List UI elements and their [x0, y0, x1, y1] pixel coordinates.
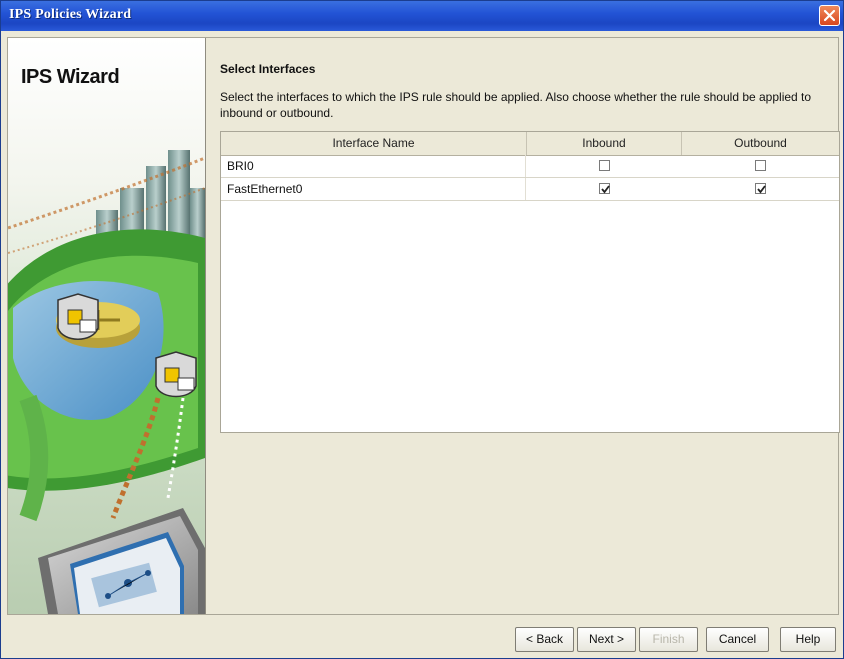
- checkmark-icon: [757, 185, 766, 194]
- outbound-checkbox[interactable]: [755, 183, 766, 194]
- column-header-inbound[interactable]: Inbound: [527, 132, 682, 155]
- column-header-interface-name[interactable]: Interface Name: [221, 132, 527, 155]
- interface-name-cell: FastEthernet0: [221, 178, 526, 200]
- help-button[interactable]: Help: [780, 627, 836, 652]
- wizard-content: IPS Wizard Select Interfaces Select the …: [7, 37, 840, 615]
- wizard-side-panel: IPS Wizard: [8, 38, 206, 614]
- wizard-main-area: Select Interfaces Select the interfaces …: [213, 38, 840, 614]
- table-row[interactable]: BRI0: [221, 155, 839, 178]
- window-title: IPS Policies Wizard: [9, 7, 132, 22]
- table-row[interactable]: FastEthernet0: [221, 178, 839, 201]
- interfaces-table: Interface Name Inbound Outbound BRI0 Fas…: [220, 131, 840, 433]
- finish-button[interactable]: Finish: [639, 627, 698, 652]
- next-button[interactable]: Next >: [577, 627, 636, 652]
- table-header: Interface Name Inbound Outbound: [221, 132, 839, 156]
- section-title: Select Interfaces: [220, 62, 316, 76]
- close-button[interactable]: [819, 5, 840, 26]
- outbound-checkbox[interactable]: [755, 160, 766, 171]
- close-icon: [823, 9, 836, 22]
- back-button[interactable]: < Back: [515, 627, 574, 652]
- inbound-checkbox[interactable]: [599, 183, 610, 194]
- instructions-text: Select the interfaces to which the IPS r…: [220, 90, 812, 120]
- network-illustration: [8, 38, 205, 614]
- wizard-window: IPS Policies Wizard IPS Wizard Select In…: [0, 0, 844, 659]
- column-header-outbound[interactable]: Outbound: [682, 132, 839, 155]
- interface-name-cell: BRI0: [221, 155, 526, 177]
- cancel-button[interactable]: Cancel: [706, 627, 769, 652]
- checkmark-icon: [601, 185, 610, 194]
- inbound-checkbox[interactable]: [599, 160, 610, 171]
- title-bar[interactable]: IPS Policies Wizard: [1, 1, 843, 31]
- side-panel-heading: IPS Wizard: [21, 66, 120, 88]
